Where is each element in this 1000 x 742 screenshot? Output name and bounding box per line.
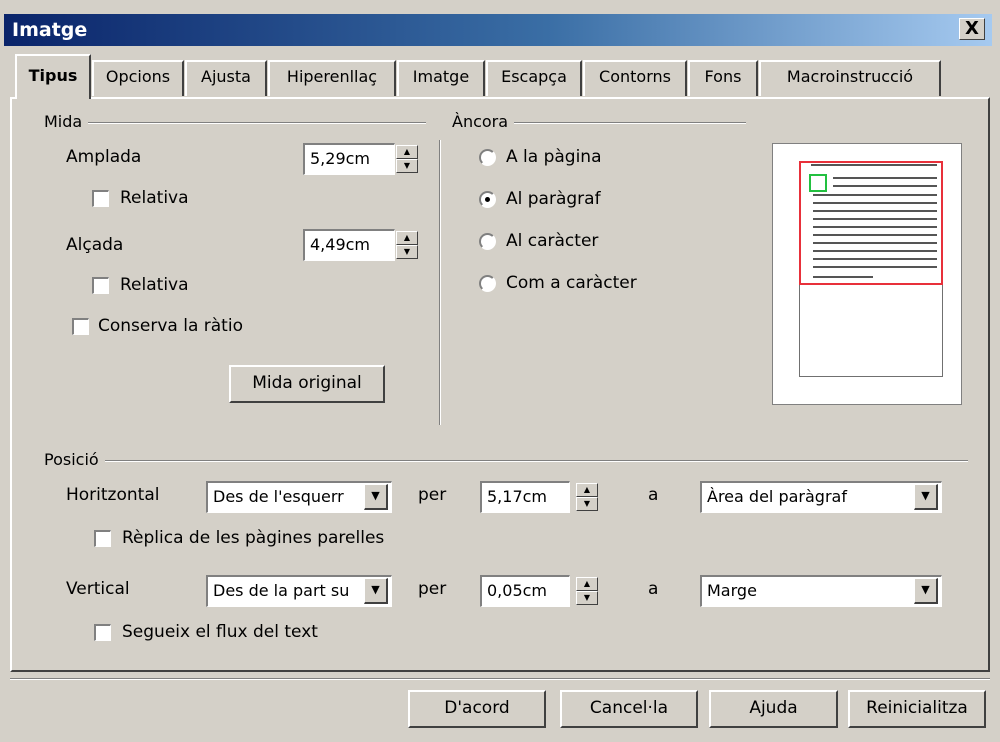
width-relative-label: Relativa [120,188,189,208]
width-label: Amplada [66,147,142,167]
tab-hiperenllac[interactable]: Hiperenllaç [268,60,396,96]
height-input[interactable]: 4,49cm [303,229,395,261]
vertical-offset-spinner[interactable]: ▲ ▼ [576,577,598,605]
anchor-as-character-radio[interactable] [479,275,496,292]
height-relative-checkbox[interactable] [92,277,109,294]
tab-escapca[interactable]: Escapça [486,60,582,96]
ancora-group-label: Àncora [452,112,515,132]
spin-up-icon[interactable]: ▲ [396,231,418,245]
anchor-page-label: A la pàgina [506,147,602,167]
tab-fons[interactable]: Fons [688,60,758,96]
mida-separator [44,122,426,124]
tab-macroinstruccio[interactable]: Macroinstrucció [759,60,941,96]
tab-imatge[interactable]: Imatge [397,60,485,96]
title-bar[interactable]: Imatge X [4,14,992,46]
mirror-label: Rèplica de les pàgines parelles [122,528,385,548]
preview-text-line [813,218,937,220]
posicio-group-label: Posició [44,450,105,470]
preview-text-line [813,276,873,278]
anchor-character-radio[interactable] [479,233,496,250]
spin-up-icon[interactable]: ▲ [576,577,598,591]
tab-ajusta[interactable]: Ajusta [185,60,267,96]
vertical-to-select[interactable]: Marge [700,575,942,607]
close-button[interactable]: X [959,18,985,40]
spin-down-icon[interactable]: ▼ [576,591,598,605]
posicio-separator [44,460,968,462]
spin-up-icon[interactable]: ▲ [576,483,598,497]
height-relative-label: Relativa [120,275,189,295]
follow-flow-label: Segueix el flux del text [122,622,318,642]
preview-text-line [813,258,937,260]
anchor-as-character-label: Com a caràcter [506,273,637,293]
spin-up-icon[interactable]: ▲ [396,145,418,159]
chevron-down-icon[interactable]: ▼ [914,578,938,604]
help-button[interactable]: Ajuda [709,690,838,728]
preview-text-line [833,185,937,187]
height-label: Alçada [66,235,124,255]
preview-text-line [813,234,937,236]
horizontal-offset-input[interactable]: 5,17cm [480,481,570,513]
height-spinner[interactable]: ▲ ▼ [396,231,418,259]
width-spinner[interactable]: ▲ ▼ [396,145,418,173]
spin-down-icon[interactable]: ▼ [396,245,418,259]
mirror-checkbox[interactable] [94,530,111,547]
chevron-down-icon[interactable]: ▼ [364,484,388,510]
anchor-page-radio[interactable] [479,149,496,166]
anchor-paragraph-label: Al paràgraf [506,189,601,209]
vertical-per-label: per [418,579,447,599]
image-dialog: Imatge X Tipus Opcions Ajusta Hiperenlla… [0,0,1000,742]
preview-image-marker [809,174,827,192]
vertical-a-label: a [648,579,659,599]
horizontal-offset-spinner[interactable]: ▲ ▼ [576,483,598,511]
cancel-button[interactable]: Cancel·la [560,690,698,728]
horizontal-per-label: per [418,485,447,505]
keep-ratio-checkbox[interactable] [72,318,89,335]
preview-text-line [813,194,937,196]
tab-opcions[interactable]: Opcions [92,60,184,96]
horizontal-label: Horitzontal [66,485,160,505]
horizontal-to-select[interactable]: Àrea del paràgraf [700,481,942,513]
button-row-separator [10,678,990,680]
window-title: Imatge [12,19,88,41]
chevron-down-icon[interactable]: ▼ [914,484,938,510]
width-input[interactable]: 5,29cm [303,143,395,175]
horizontal-a-label: a [648,485,659,505]
vertical-offset-input[interactable]: 0,05cm [480,575,570,607]
preview-text-line [813,250,937,252]
reset-button[interactable]: Reinicialitza [848,690,986,728]
spin-down-icon[interactable]: ▼ [396,159,418,173]
tab-contorns[interactable]: Contorns [583,60,687,96]
group-divider [439,140,441,425]
preview-text-line [813,266,937,268]
mida-group-label: Mida [44,112,89,132]
keep-ratio-label: Conserva la ràtio [98,316,243,336]
ok-button[interactable]: D'acord [408,690,546,728]
spin-down-icon[interactable]: ▼ [576,497,598,511]
preview-text-line [813,202,937,204]
preview-text-line [813,242,937,244]
preview-text-line [811,164,937,166]
preview-text-line [813,210,937,212]
anchor-paragraph-radio[interactable] [479,191,496,208]
tab-tipus[interactable]: Tipus [15,54,91,99]
preview-text-line [833,177,937,179]
chevron-down-icon[interactable]: ▼ [364,578,388,604]
anchor-character-label: Al caràcter [506,231,599,251]
original-size-button[interactable]: Mida original [229,365,385,403]
follow-flow-checkbox[interactable] [94,624,111,641]
preview-text-line [813,226,937,228]
width-relative-checkbox[interactable] [92,190,109,207]
vertical-label: Vertical [66,579,130,599]
position-preview [772,143,962,405]
